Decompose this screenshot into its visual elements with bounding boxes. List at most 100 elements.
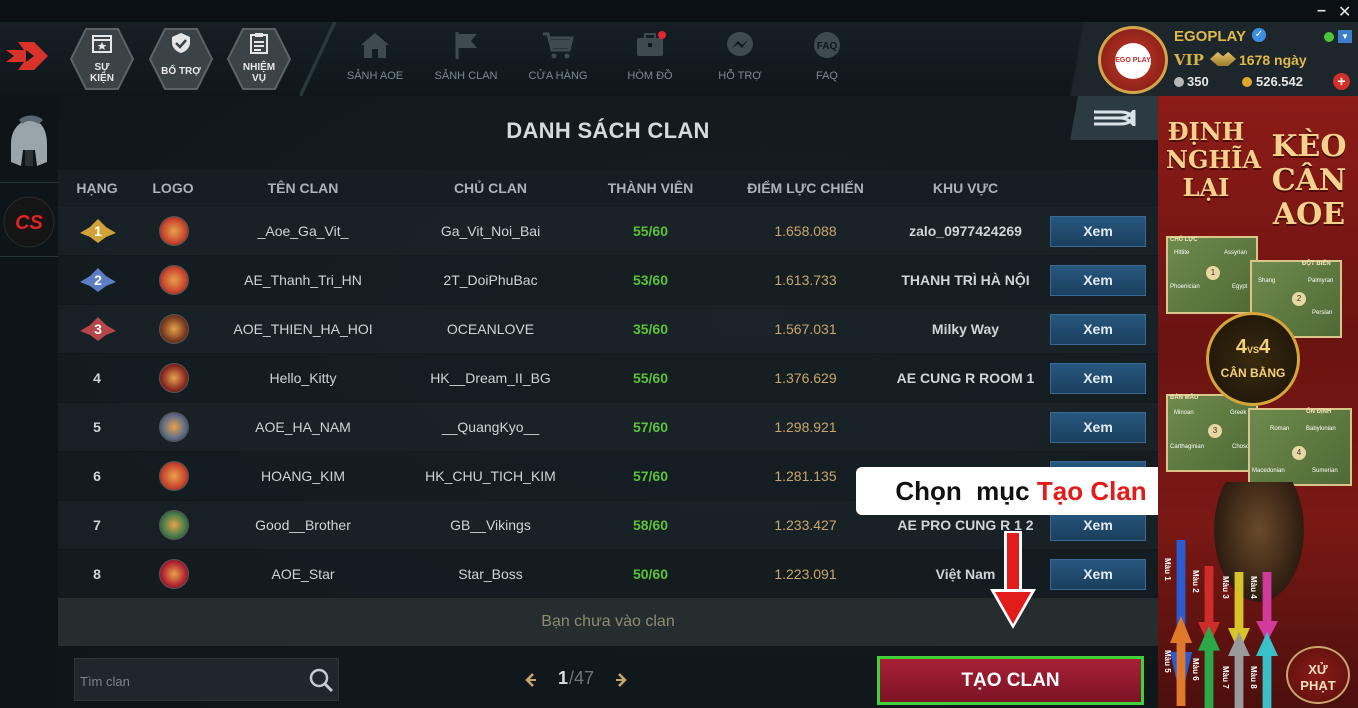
rank-medal-icon: 2 xyxy=(80,268,116,292)
clan-members: 35/60 xyxy=(632,321,669,337)
gold-amount: 526.542 xyxy=(1256,74,1303,89)
clan-region: THANH TRÌ HÀ NỘI xyxy=(901,272,1030,288)
vip-label: VIP xyxy=(1174,51,1204,69)
silver-coin-icon xyxy=(1174,77,1184,87)
clan-owner: GB__Vikings xyxy=(450,517,531,533)
ad-text: CÂN xyxy=(1271,163,1347,198)
flag-icon xyxy=(455,32,477,59)
minimize-button[interactable]: – xyxy=(1317,2,1326,20)
event-label-1: SỰ xyxy=(94,62,110,73)
ad-right-title: KÈO CÂN AOE xyxy=(1264,130,1354,232)
search-icon[interactable] xyxy=(308,667,334,693)
card-number: 3 xyxy=(1208,424,1222,438)
card-civ: Minoan xyxy=(1174,410,1194,416)
team-label: Màu 7 xyxy=(1221,666,1230,689)
calendar-star-icon xyxy=(92,35,112,53)
card-number: 4 xyxy=(1292,446,1306,460)
support-label: BỔ TRỢ xyxy=(161,66,201,77)
title-strip xyxy=(0,0,1358,22)
left-rail: CS xyxy=(0,96,58,708)
clan-name: AOE_THIEN_HA_HOI xyxy=(233,321,373,337)
rail-divider xyxy=(0,182,58,183)
nav-clan-lobby[interactable]: SẢNH CLAN xyxy=(426,30,506,82)
nav-aoe-lobby[interactable]: SẢNH AOE xyxy=(335,30,415,82)
rank-number: 2 xyxy=(94,272,102,288)
view-clan-button[interactable]: Xem xyxy=(1050,559,1146,590)
support-button[interactable]: BỔ TRỢ xyxy=(148,26,214,92)
vs-label: CÂN BẰNG xyxy=(1220,366,1286,380)
rank-number: 3 xyxy=(94,321,102,337)
rail-divider xyxy=(0,256,58,257)
instruction-callout: Chọn mục Tạo Clan xyxy=(856,467,1186,515)
clan-members: 53/60 xyxy=(632,272,669,288)
profile-name: EGOPLAY xyxy=(1174,28,1246,45)
mission-label-1: NHIỆM xyxy=(242,62,276,73)
clan-logo xyxy=(159,559,189,589)
helmet-icon[interactable] xyxy=(5,114,51,170)
ad-map-card: CHỦ LỰC Hittite Assyrian Phoenician Egyp… xyxy=(1166,236,1258,314)
clan-power: 1.298.921 xyxy=(774,419,837,435)
col-power: ĐIỂM LỰC CHIẾN xyxy=(747,180,864,196)
view-clan-button[interactable]: Xem xyxy=(1050,314,1146,345)
rank-number: 1 xyxy=(94,223,102,239)
dropdown-icon[interactable]: ▼ xyxy=(1338,30,1352,43)
nav-faq[interactable]: FAQ FAQ xyxy=(787,30,867,82)
vip-wings-icon xyxy=(1210,52,1236,66)
cs-game-icon[interactable]: CS xyxy=(3,196,55,248)
faq-icon: FAQ xyxy=(814,32,840,58)
ad-text: LẠI xyxy=(1182,173,1230,202)
card-caption: ĐỘT BIẾN xyxy=(1302,261,1331,267)
col-owner: CHỦ CLAN xyxy=(453,180,528,196)
nav-shop[interactable]: CỬA HÀNG xyxy=(518,30,598,82)
mission-button[interactable]: NHIỆM VỤ xyxy=(226,26,292,92)
card-number: 1 xyxy=(1206,266,1220,280)
app-logo-icon[interactable] xyxy=(4,38,50,74)
next-page-icon[interactable] xyxy=(614,671,630,689)
team-label: Màu 3 xyxy=(1221,576,1230,599)
card-civ: Roman xyxy=(1270,426,1290,432)
down-arrow-icon xyxy=(990,531,1036,629)
create-clan-button[interactable]: TẠO CLAN xyxy=(877,656,1144,705)
clan-owner: OCEANLOVE xyxy=(446,321,535,337)
clan-region: AE CUNG R ROOM 1 xyxy=(896,370,1035,386)
card-caption: ỔN ĐỊNH xyxy=(1306,409,1332,415)
view-clan-button[interactable]: Xem xyxy=(1050,412,1146,443)
view-clan-button[interactable]: Xem xyxy=(1050,216,1146,247)
nav-label: SẢNH AOE xyxy=(346,70,404,82)
back-button[interactable] xyxy=(1058,96,1158,140)
svg-text:FAQ: FAQ xyxy=(817,41,838,52)
search-box[interactable]: Tìm clan xyxy=(74,658,339,701)
card-civ: Macedonian xyxy=(1252,468,1285,474)
nav-label: SẢNH CLAN xyxy=(434,70,498,82)
clan-members: 55/60 xyxy=(632,370,669,386)
nav-help[interactable]: HỖ TRỢ xyxy=(700,30,780,82)
table-row: 1 _Aoe_Ga_Vit_ Ga_Vit_Noi_Bai 55/60 1.658.08… xyxy=(58,207,1158,255)
event-button[interactable]: SỰ KIỆN xyxy=(69,26,135,92)
vip-days: 1678 ngày xyxy=(1239,52,1307,68)
ad-map-card: BẢN MẪU Minoan Greek Carthaginian Choson… xyxy=(1166,394,1258,472)
clan-region: Milky Way xyxy=(931,321,1000,337)
online-status-icon xyxy=(1324,32,1334,42)
clan-owner: __QuangKyo__ xyxy=(441,419,540,435)
view-clan-button[interactable]: Xem xyxy=(1050,363,1146,394)
add-gold-button[interactable]: + xyxy=(1333,73,1350,90)
prev-page-icon[interactable] xyxy=(522,671,538,689)
card-number: 2 xyxy=(1292,292,1306,306)
clan-name: AE_Thanh_Tri_HN xyxy=(244,272,362,288)
messenger-icon xyxy=(727,32,753,56)
cart-icon xyxy=(543,32,574,59)
card-civ: Greek xyxy=(1230,410,1247,416)
rank-medal-icon: 3 xyxy=(80,317,116,341)
ad-map-card: ỔN ĐỊNH Roman Babylonian Macedonian Sume… xyxy=(1248,408,1352,486)
avatar[interactable]: EGO PLAY xyxy=(1098,26,1168,94)
view-clan-button[interactable]: Xem xyxy=(1050,265,1146,296)
nav-inventory[interactable]: HÒM ĐỒ xyxy=(610,30,690,82)
table-row: 5 AOE_HA_NAM __QuangKyo__ 57/60 1.298.921 Xem xyxy=(58,403,1158,451)
clan-logo xyxy=(159,363,189,393)
clan-name: Good__Brother xyxy=(255,517,351,533)
search-input[interactable]: Tìm clan xyxy=(80,674,130,689)
ad-banner[interactable]: ĐỊNH NGHĨA LẠI KÈO CÂN AOE CHỦ LỰC Hitti… xyxy=(1158,96,1358,708)
clan-power: 1.233.427 xyxy=(774,517,837,533)
close-button[interactable]: ✕ xyxy=(1338,2,1351,22)
rank-medal-icon: 1 xyxy=(80,219,116,243)
